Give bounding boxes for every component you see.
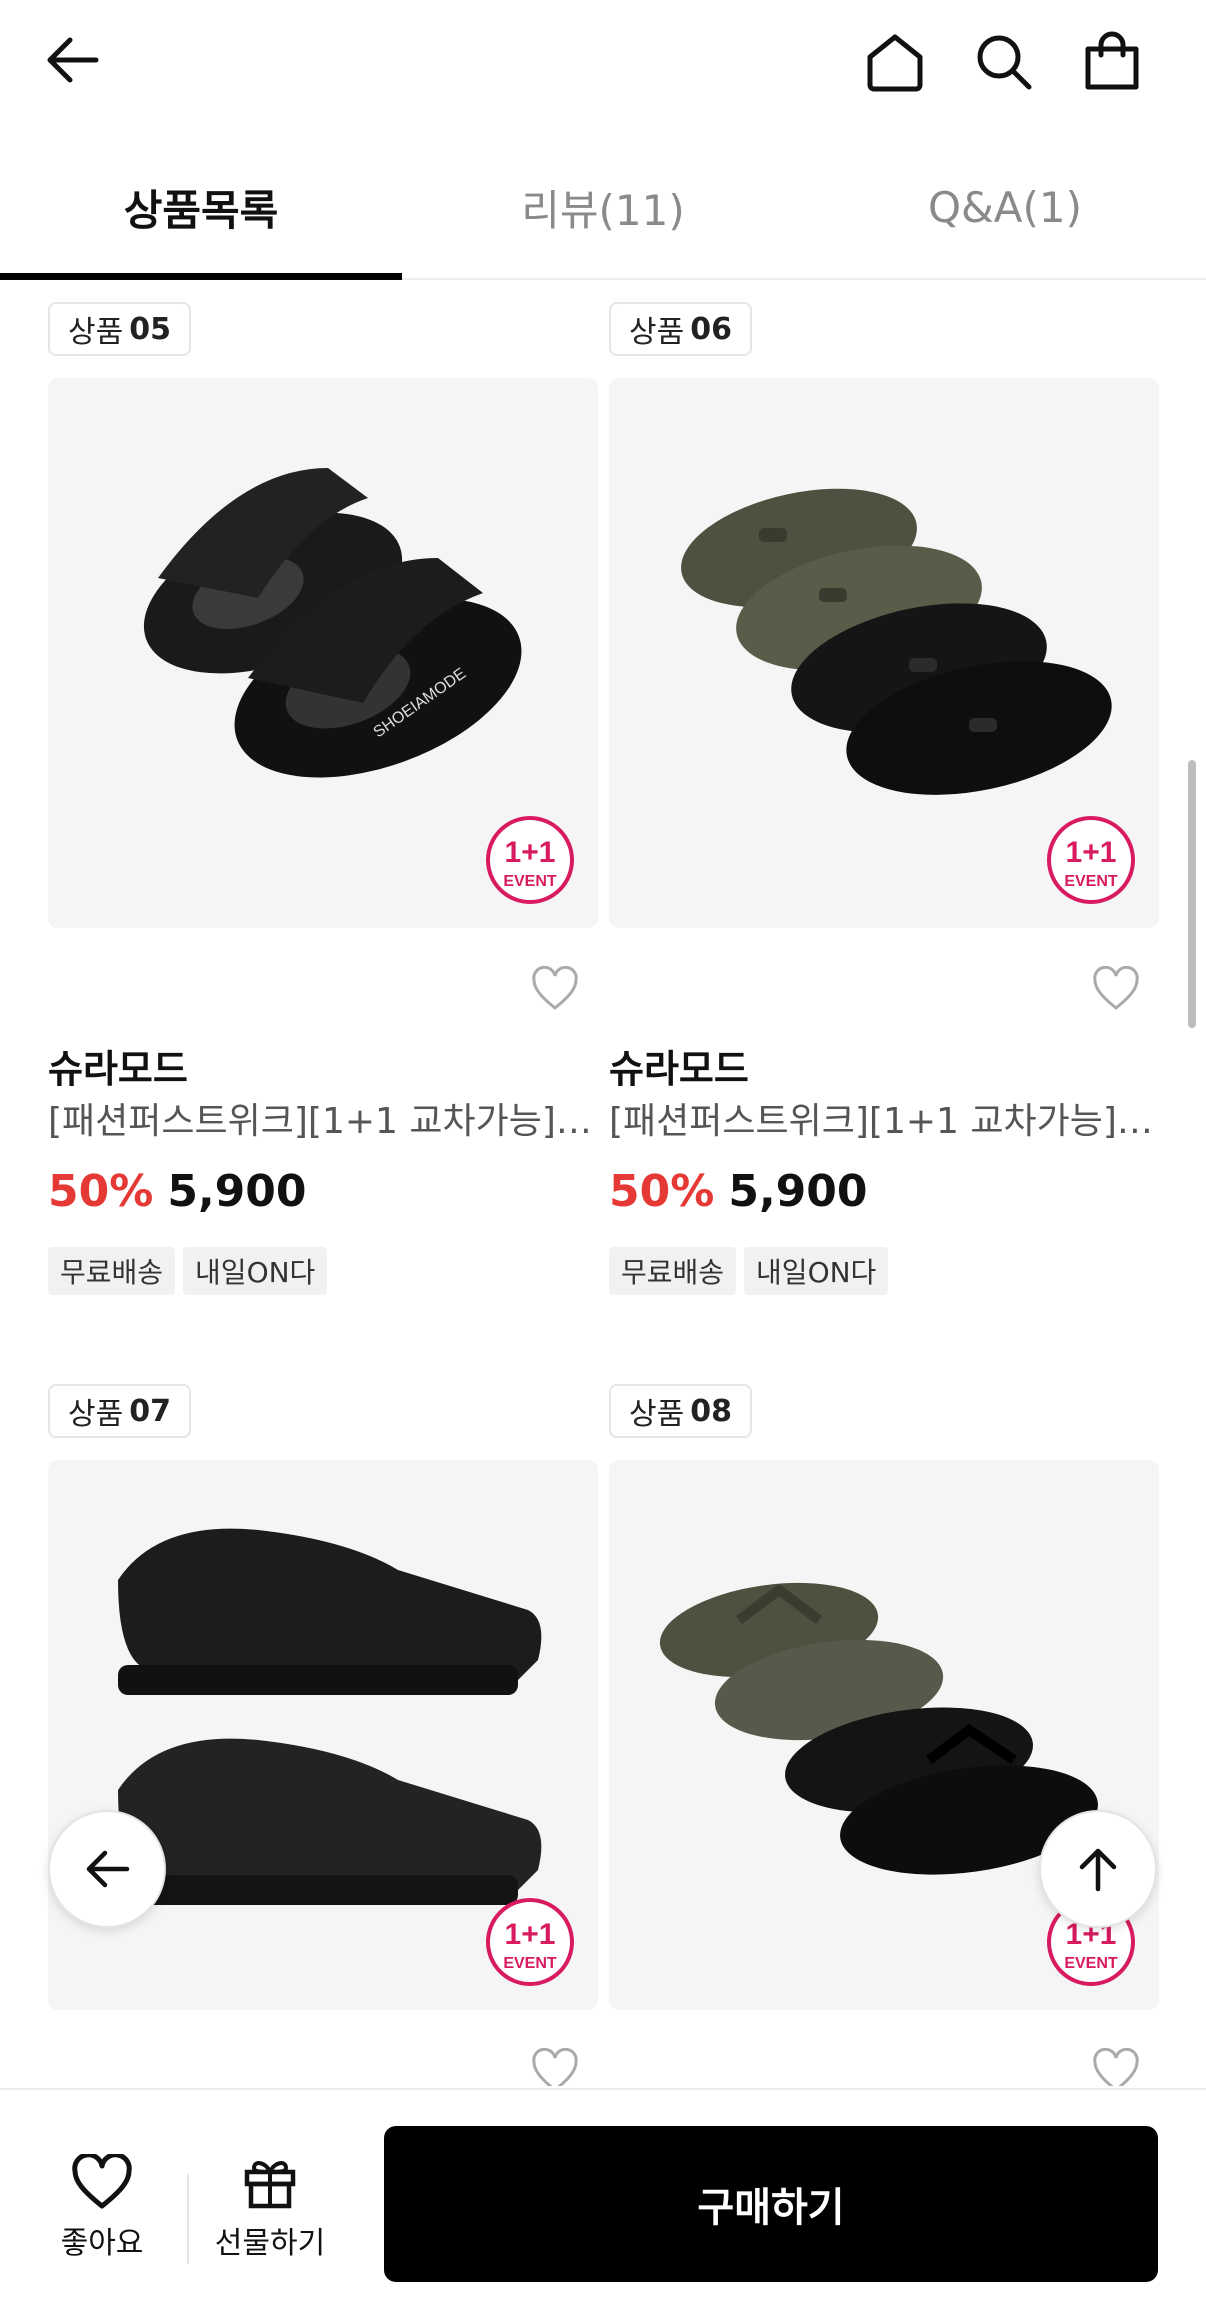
product-card[interactable]: 상품 05 SHOEIAMODE 1+1 EVENT 슈라모드 [패션퍼스트위크][… — [48, 302, 598, 1362]
shopping-bag-icon — [1085, 31, 1139, 90]
top-bar — [0, 0, 1206, 120]
arrow-left-icon — [47, 37, 99, 83]
home-icon — [867, 34, 923, 92]
tab-product-list[interactable]: 상품목록 — [0, 135, 402, 280]
tab-qna[interactable]: Q&A(1) — [804, 135, 1206, 280]
svg-text:EVENT: EVENT — [503, 1955, 557, 1972]
product-image[interactable]: SHOEIAMODE 1+1 EVENT — [48, 378, 598, 928]
scroll-to-top-button[interactable] — [1039, 1810, 1157, 1928]
product-title[interactable]: [패션퍼스트위크][1+1 교차가능]슈라모드 슬리퍼 — [609, 1092, 1159, 1144]
home-button[interactable] — [855, 24, 935, 100]
svg-text:1+1: 1+1 — [1066, 836, 1117, 869]
delivery-tags: 무료배송 내일ON다 — [48, 1247, 328, 1295]
product-grid: 상품 05 SHOEIAMODE 1+1 EVENT 슈라모드 [패션퍼스트위크][… — [0, 282, 1206, 2086]
svg-text:EVENT: EVENT — [503, 873, 557, 890]
product-image[interactable]: 1+1 EVENT — [609, 1460, 1159, 2010]
tomorrow-delivery-tag: 내일ON다 — [183, 1247, 328, 1295]
search-icon — [977, 35, 1032, 90]
heart-icon[interactable] — [1091, 2048, 1141, 2086]
divider — [187, 2174, 189, 2264]
product-number-badge: 상품 07 — [48, 1384, 191, 1438]
svg-text:1+1: 1+1 — [505, 1918, 556, 1951]
buy-button[interactable]: 구매하기 — [384, 2126, 1158, 2282]
scrollbar-thumb[interactable] — [1188, 760, 1196, 1028]
product-price-row: 50% 5,900 — [48, 1166, 307, 1217]
search-button[interactable] — [962, 24, 1046, 100]
product-image[interactable]: 1+1 EVENT — [48, 1460, 598, 2010]
tab-reviews[interactable]: 리뷰(11) — [402, 135, 804, 280]
discount-rate: 50% — [609, 1166, 715, 1217]
heart-icon[interactable] — [530, 2048, 580, 2086]
event-1plus1-badge: 1+1 EVENT — [486, 1898, 574, 1986]
like-button[interactable]: 좋아요 — [32, 2154, 172, 2262]
event-1plus1-badge: 1+1 EVENT — [486, 816, 574, 904]
tomorrow-delivery-tag: 내일ON다 — [744, 1247, 889, 1295]
product-number-badge: 상품 05 — [48, 302, 191, 356]
gift-label: 선물하기 — [214, 2226, 326, 2261]
arrow-left-icon — [86, 1850, 130, 1888]
delivery-tags: 무료배송 내일ON다 — [609, 1247, 889, 1295]
heart-icon — [72, 2154, 132, 2209]
like-label: 좋아요 — [60, 2226, 144, 2261]
heart-icon[interactable] — [1091, 966, 1141, 1012]
svg-text:1+1: 1+1 — [505, 836, 556, 869]
bottom-action-bar: 좋아요 선물하기 구매하기 — [0, 2088, 1206, 2298]
active-tab-indicator — [0, 273, 402, 280]
gift-button[interactable]: 선물하기 — [200, 2154, 340, 2262]
product-title[interactable]: [패션퍼스트위크][1+1 교차가능]슈라모드 슬리퍼 — [48, 1092, 598, 1144]
product-image[interactable]: 1+1 EVENT — [609, 378, 1159, 928]
product-card[interactable]: 상품 07 1+1 EVENT — [48, 1384, 598, 2086]
arrow-up-icon — [1079, 1848, 1117, 1892]
product-price-row: 50% 5,900 — [609, 1166, 868, 1217]
gift-icon — [244, 2161, 296, 2209]
sale-price: 5,900 — [728, 1166, 868, 1217]
sale-price: 5,900 — [167, 1166, 307, 1217]
svg-text:EVENT: EVENT — [1064, 1955, 1118, 1972]
free-shipping-tag: 무료배송 — [48, 1247, 176, 1295]
tab-bar: 상품목록 리뷰(11) Q&A(1) — [0, 135, 1206, 280]
product-card[interactable]: 상품06 1+1 EVENT 슈라모드 [패션퍼스트위크][1+1 교차가능]슈라… — [609, 302, 1159, 1362]
floating-back-button[interactable] — [48, 1810, 166, 1928]
heart-icon[interactable] — [530, 966, 580, 1012]
product-number-badge: 상품 06 — [609, 302, 752, 356]
svg-text:EVENT: EVENT — [1064, 873, 1118, 890]
cart-button[interactable] — [1072, 24, 1152, 100]
product-brand: 슈라모드 — [609, 1047, 749, 1091]
back-button[interactable] — [30, 24, 114, 96]
discount-rate: 50% — [48, 1166, 154, 1217]
event-1plus1-badge: 1+1 EVENT — [1047, 816, 1135, 904]
free-shipping-tag: 무료배송 — [609, 1247, 737, 1295]
product-card[interactable]: 상품 08 1+1 EVENT — [609, 1384, 1159, 2086]
product-number-badge: 상품 08 — [609, 1384, 752, 1438]
product-brand: 슈라모드 — [48, 1047, 188, 1091]
